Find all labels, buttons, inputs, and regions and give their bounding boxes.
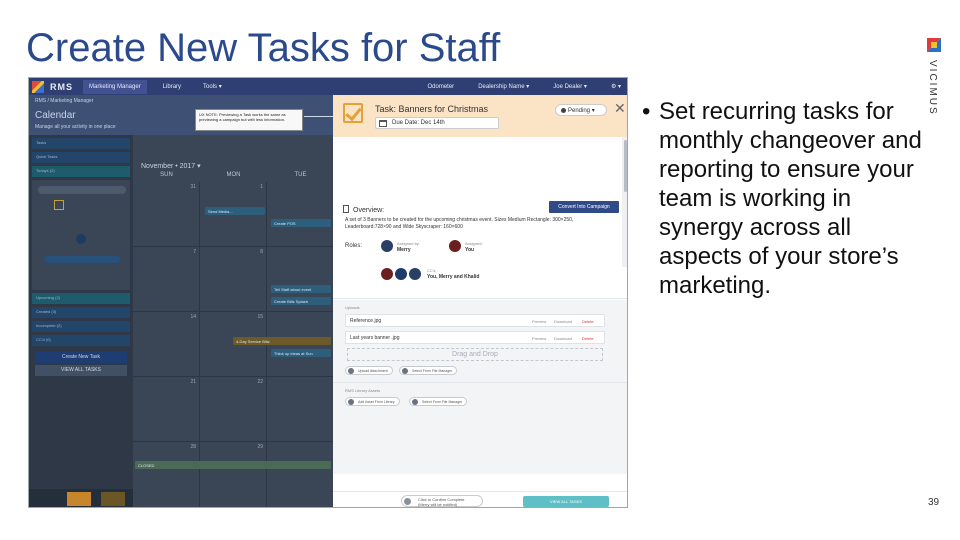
tasks-checkmark-icon[interactable]	[43, 492, 67, 506]
task-checkbox-icon	[343, 103, 363, 123]
view-all-tasks-sidebar-button[interactable]: VIEW ALL TASKS	[35, 365, 127, 376]
create-new-task-button[interactable]: Create New Task	[35, 352, 127, 363]
chevron-down-icon: ▾	[590, 108, 595, 114]
due-date: Due Date: Dec 14th	[392, 120, 445, 126]
task-title: Task: Banners for Christmas	[375, 104, 489, 114]
nav-tab-tools[interactable]: Tools ▾	[197, 79, 228, 94]
rms-logo-icon	[32, 80, 44, 93]
slide-title: Create New Tasks for Staff	[26, 26, 501, 70]
close-icon[interactable]: ✕	[614, 100, 626, 117]
calendar-day[interactable]	[267, 377, 334, 442]
nav-user[interactable]: Joe Dealer ▾	[553, 83, 587, 90]
calendar-day[interactable]: 8	[200, 247, 267, 312]
breadcrumb: RMS / Marketing Manager	[35, 98, 94, 104]
calendar-day[interactable]: 14	[133, 312, 200, 377]
task-card-title	[38, 186, 126, 194]
calendar-day[interactable]	[267, 442, 334, 507]
bullet-list: Set recurring tasks for monthly changeov…	[642, 97, 932, 300]
nav-settings[interactable]: ⚙ ▾	[611, 83, 621, 90]
calendar-event[interactable]: Think up ideas at Sun	[271, 349, 331, 357]
sidebar-section-todays[interactable]: Todays (2)	[32, 166, 130, 177]
sidebar-quick-tasks[interactable]: Quick Tasks	[32, 152, 130, 163]
app-name: RMS	[50, 81, 73, 92]
status-dropdown[interactable]: Pending ▾	[555, 104, 607, 116]
task-header: Task: Banners for Christmas Due Date: De…	[333, 95, 627, 137]
day-header-tue: TUE	[294, 172, 307, 178]
nav-right: Odometer Dealership Name ▾ Joe Dealer ▾ …	[428, 78, 622, 95]
calendar-day[interactable]: 22	[200, 377, 267, 442]
page-number: 39	[928, 497, 940, 508]
calendar-day[interactable]: 7	[133, 247, 200, 312]
calendar-event[interactable]: Create Blitz Splash	[271, 297, 331, 305]
event-icon[interactable]	[101, 492, 125, 506]
month-selector[interactable]: November • 2017 ▾	[141, 162, 201, 170]
status-value: Pending	[568, 108, 591, 114]
app-nav-bar: RMS Marketing Manager Library Tools ▾ Od…	[29, 78, 627, 95]
sidebar-footer	[29, 489, 133, 507]
calendar-day[interactable]: 29	[200, 442, 267, 507]
calendar-day[interactable]	[267, 182, 334, 247]
task-card[interactable]	[32, 180, 130, 290]
nav-tab-library[interactable]: Library	[157, 80, 187, 94]
sidebar-section-incomplete[interactable]: Incomplete (2)	[32, 321, 130, 332]
calendar-grid: November • 2017 ▾ SUN MON TUE 31 1 7 8 1…	[133, 135, 334, 507]
calendar-day[interactable]: 28	[133, 442, 200, 507]
status-dot-icon	[561, 107, 566, 113]
task-sidebar: Tasks Quick Tasks Todays (2) Upcoming (2…	[29, 135, 133, 507]
logo-mark-icon	[927, 38, 941, 52]
calendar-event[interactable]: Tell Staff about event	[271, 285, 331, 293]
sidebar-section-upcoming[interactable]: Upcoming (2)	[32, 293, 130, 304]
scrollbar-thumb[interactable]	[624, 140, 627, 192]
calendar-day[interactable]: 21	[133, 377, 200, 442]
sidebar-section-created[interactable]: Created (3)	[32, 307, 130, 318]
calendar-event[interactable]: 4-Day Service Blitz	[233, 337, 331, 345]
campaign-rocket-icon[interactable]	[67, 492, 91, 506]
nav-tab-marketing-manager[interactable]: Marketing Manager	[83, 79, 147, 94]
day-header-sun: SUN	[160, 172, 173, 178]
calendar-day[interactable]: 31	[133, 182, 200, 247]
nav-dealership[interactable]: Dealership Name ▾	[478, 83, 529, 90]
sidebar-tasks-header: Tasks	[32, 138, 130, 149]
due-date-field[interactable]: Due Date: Dec 14th	[375, 117, 499, 129]
sidebar-section-ccd[interactable]: CC'd (0)	[32, 335, 130, 346]
view-task-button[interactable]	[44, 256, 120, 263]
bullet-item: Set recurring tasks for monthly changeov…	[642, 97, 932, 300]
day-header-mon: MON	[226, 172, 241, 178]
calendar-event[interactable]: Send Media...	[205, 207, 265, 215]
calendar-event[interactable]: Create POS	[271, 219, 331, 227]
app-screenshot: RMS Marketing Manager Library Tools ▾ Od…	[28, 77, 628, 508]
task-preview-panel: Task: Banners for Christmas Due Date: De…	[333, 95, 627, 507]
closed-banner: CLOSED	[135, 461, 331, 469]
task-check-icon	[54, 200, 64, 210]
ux-note: UX NOTE: Previewing a Task works the sam…	[195, 109, 303, 131]
avatar	[76, 234, 86, 244]
nav-odometer[interactable]: Odometer	[428, 84, 455, 90]
calendar-icon	[379, 120, 387, 127]
